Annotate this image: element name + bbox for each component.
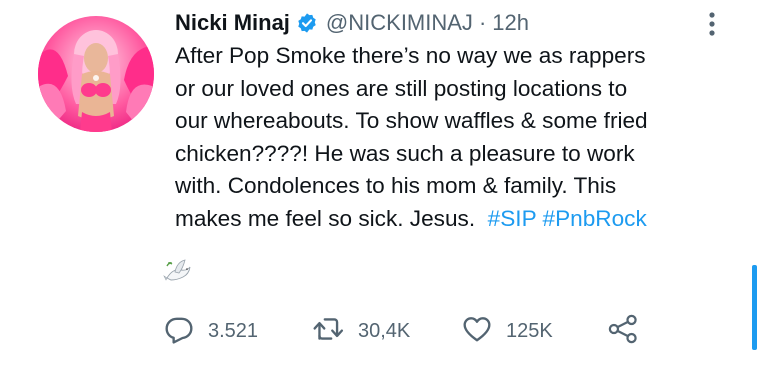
verified-badge-icon: [296, 12, 318, 34]
tweet-text-line: or our loved ones are still posting loca…: [175, 75, 628, 101]
avatar[interactable]: [38, 16, 154, 132]
user-handle[interactable]: @NICKIMINAJ: [326, 10, 473, 36]
tweet-text-line: with. Condolences to his mom & family. T…: [175, 173, 617, 198]
more-vertical-icon[interactable]: [698, 10, 726, 38]
retweet-count: 30,4K: [358, 319, 411, 342]
separator-dot: ·: [478, 10, 487, 35]
tweet-text: After Pop Smoke there’s no way we as rap…: [175, 40, 735, 235]
timestamp[interactable]: 12h: [492, 10, 529, 36]
reply-icon: [164, 314, 194, 349]
retweet-icon: [312, 314, 344, 349]
tweet-text-line: chicken????! He was such a pleasure to w…: [175, 140, 635, 166]
share-button[interactable]: [607, 313, 639, 349]
heart-icon: [462, 314, 492, 349]
dove-emoji: [163, 258, 193, 286]
tweet-text-line: our whereabouts. To show waffles & some …: [175, 108, 648, 133]
reply-count: 3.521: [208, 319, 259, 342]
tweet-text-line: makes me feel so sick. Jesus.: [175, 205, 476, 231]
hashtag-sip[interactable]: #SIP: [488, 206, 537, 231]
tweet-text-line-last: makes me feel so sick. Jesus. #SIP #PnbR…: [175, 203, 735, 236]
share-icon: [607, 313, 639, 350]
reply-button[interactable]: 3.521: [164, 313, 258, 349]
like-count: 125K: [506, 319, 553, 342]
hashtag-pnbrock[interactable]: #PnbRock: [543, 206, 647, 231]
avatar-image: [38, 16, 154, 132]
tweet: Nicki Minaj @NICKIMINAJ · 12h After Pop …: [0, 0, 760, 371]
tweet-header: Nicki Minaj @NICKIMINAJ · 12h: [175, 7, 529, 39]
scrollbar-thumb[interactable]: [752, 265, 757, 350]
tweet-text-line: After Pop Smoke there’s no way we as rap…: [175, 43, 646, 68]
like-button[interactable]: 125K: [462, 313, 553, 349]
retweet-button[interactable]: 30,4K: [312, 313, 410, 349]
display-name[interactable]: Nicki Minaj: [175, 10, 290, 36]
